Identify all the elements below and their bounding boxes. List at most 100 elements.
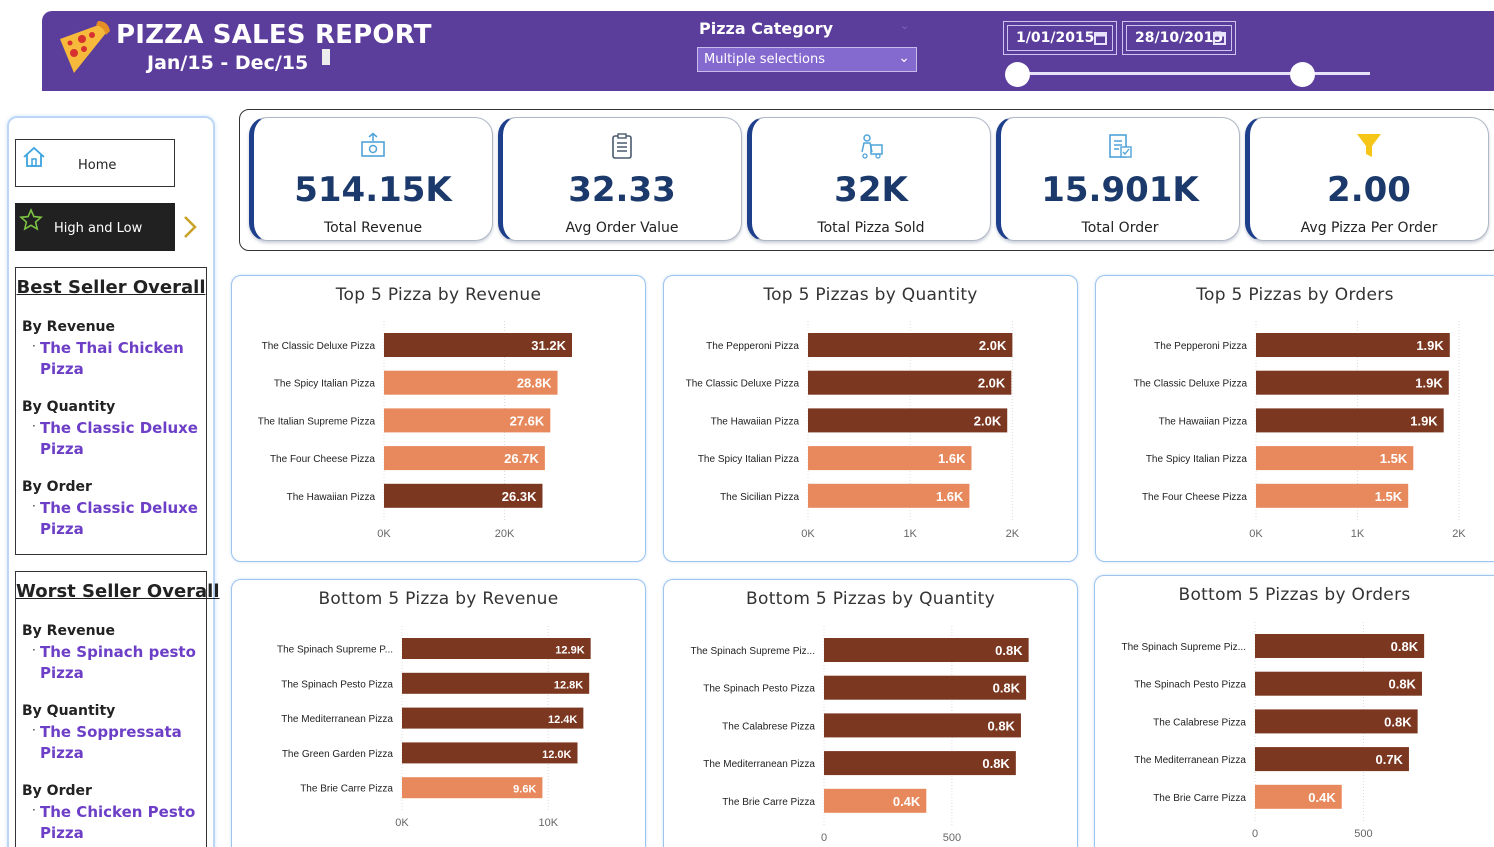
- data-label: 12.9K: [555, 645, 584, 657]
- data-label: 9.6K: [513, 784, 536, 796]
- category-label: The Spicy Italian Pizza: [274, 379, 376, 390]
- bullet-icon: ·: [32, 723, 36, 737]
- x-tick-label: 0K: [377, 528, 391, 540]
- data-label: 2.0K: [978, 376, 1006, 391]
- bar-chart-svg: 0K 1K 2K The Pepperoni Pizza 2.0K The Classic…: [686, 321, 1020, 540]
- category-label: The Sicilian Pizza: [720, 492, 799, 503]
- worst-by-revenue-value: The Spinach pesto Pizza: [40, 643, 196, 682]
- data-label: 27.6K: [510, 413, 545, 428]
- dashboard: PIZZA SALES REPORT Jan/15 - Dec/15 Pizza…: [0, 0, 1494, 847]
- category-label: The Spinach Supreme Piz...: [1121, 642, 1246, 653]
- x-tick-label: 500: [1354, 828, 1372, 840]
- end-date-input[interactable]: 28/10/2015: [1122, 21, 1236, 55]
- bar-chart-svg: 0 500 The Spinach Supreme Piz... 0.8K The Sp…: [690, 626, 1029, 844]
- data-label: 26.7K: [504, 451, 539, 466]
- by-revenue-label: By Revenue: [22, 319, 115, 335]
- kpi-label: Total Pizza Sold: [817, 220, 925, 236]
- kpi-total-pizza-sold: 32K Total Pizza Sold: [747, 117, 991, 241]
- worst-by-order-value: The Chicken Pesto Pizza: [40, 803, 196, 842]
- high-and-low-button[interactable]: High and Low: [15, 203, 175, 251]
- data-label: 1.5K: [1380, 451, 1408, 466]
- report-period: Jan/15 - Dec/15: [147, 52, 309, 74]
- bar-chart-svg: 0K 20K The Classic Deluxe Pizza 31.2K The Sp…: [258, 321, 572, 540]
- bar-chart-svg: 0K 10K The Spinach Supreme P... 12.9K The Sp…: [277, 626, 591, 829]
- chevron-down-icon[interactable]: ⌄: [900, 19, 909, 32]
- x-tick-label: 0K: [1249, 528, 1263, 540]
- kpi-value: 2.00: [1327, 170, 1411, 210]
- data-label: 0.8K: [987, 718, 1015, 733]
- worst-seller-title: Worst Seller Overall: [16, 581, 220, 602]
- best-by-quantity-value: The Classic Deluxe Pizza: [40, 419, 198, 458]
- slider-start-handle[interactable]: [1005, 62, 1030, 87]
- bottom5-quantity-chart: Bottom 5 Pizzas by Quantity 0 500 The Spin…: [663, 579, 1078, 847]
- data-label: 31.2K: [531, 338, 566, 353]
- kpi-label: Total Order: [1081, 220, 1159, 236]
- category-label: The Mediterranean Pizza: [281, 714, 393, 725]
- by-order-label: By Order: [22, 479, 92, 495]
- data-label: 26.3K: [502, 489, 537, 504]
- category-label: The Spinach Pesto Pizza: [703, 684, 815, 695]
- slider-end-handle[interactable]: [1290, 62, 1316, 87]
- x-tick-label: 1K: [1351, 528, 1365, 540]
- text-cursor-mark: [322, 49, 330, 65]
- data-label: 12.8K: [554, 679, 583, 691]
- category-label: The Hawaiian Pizza: [711, 416, 800, 427]
- category-label: The Pepperoni Pizza: [706, 341, 799, 352]
- bullet-icon: ·: [32, 643, 36, 657]
- category-label: The Spinach Pesto Pizza: [1134, 680, 1246, 691]
- best-seller-card: Best Seller Overall By Revenue · The Tha…: [15, 267, 207, 555]
- data-label: 0.8K: [1391, 639, 1419, 654]
- date-range-slider[interactable]: [1018, 72, 1370, 75]
- chevron-down-icon: ⌄: [898, 50, 910, 66]
- data-label: 28.8K: [517, 376, 552, 391]
- top5-revenue-chart: Top 5 Pizza by Revenue 0K 20K The Classic …: [231, 275, 646, 562]
- bottom5-revenue-chart: Bottom 5 Pizza by Revenue 0K 10K The Spina…: [231, 579, 646, 847]
- kpi-total-revenue: 514.15K Total Revenue: [249, 117, 493, 241]
- category-label: The Calabrese Pizza: [722, 721, 815, 732]
- home-label: Home: [78, 158, 117, 173]
- chevron-right-icon[interactable]: [181, 214, 199, 240]
- category-label: The Classic Deluxe Pizza: [1134, 379, 1248, 390]
- bullet-icon: ·: [32, 499, 36, 513]
- category-label: The Green Garden Pizza: [282, 749, 394, 760]
- data-label: 1.9K: [1410, 413, 1438, 428]
- data-label: 1.6K: [938, 451, 966, 466]
- calendar-icon[interactable]: [1094, 32, 1107, 45]
- category-label: The Spicy Italian Pizza: [1146, 454, 1248, 465]
- data-label: 0.8K: [995, 643, 1023, 658]
- data-label: 1.9K: [1415, 376, 1443, 391]
- start-date-input[interactable]: 1/01/2015: [1003, 21, 1117, 55]
- kpi-avg-order-value: 32.33 Avg Order Value: [498, 117, 742, 241]
- calendar-icon[interactable]: [1213, 32, 1226, 45]
- category-label: The Mediterranean Pizza: [703, 759, 815, 770]
- bottom5-orders-chart: Bottom 5 Pizzas by Orders 0 500 The Spinac…: [1094, 575, 1494, 847]
- header-bar: PIZZA SALES REPORT Jan/15 - Dec/15 Pizza…: [42, 11, 1494, 91]
- by-quantity-label: By Quantity: [22, 399, 116, 415]
- bullet-icon: ·: [32, 339, 36, 353]
- by-revenue-label: By Revenue: [22, 623, 115, 639]
- by-order-label: By Order: [22, 783, 92, 799]
- category-label: The Four Cheese Pizza: [270, 454, 375, 465]
- category-label: The Pepperoni Pizza: [1154, 341, 1247, 352]
- kpi-label: Avg Order Value: [565, 220, 679, 236]
- x-tick-label: 0: [821, 832, 827, 844]
- home-button[interactable]: Home: [15, 139, 175, 187]
- data-label: 0.8K: [1388, 677, 1416, 692]
- data-label: 2.0K: [974, 413, 1002, 428]
- bar-chart-svg: 0 500 The Spinach Supreme Piz... 0.8K The Sp…: [1121, 622, 1425, 840]
- data-label: 1.9K: [1416, 338, 1444, 353]
- category-label: The Italian Supreme Pizza: [258, 416, 376, 427]
- kpi-label: Avg Pizza Per Order: [1300, 220, 1438, 236]
- x-tick-label: 20K: [495, 528, 515, 540]
- document-icon: [1109, 134, 1132, 158]
- kpi-label: Total Revenue: [323, 220, 423, 236]
- category-label: The Mediterranean Pizza: [1134, 755, 1246, 766]
- kpi-value: 15.901K: [1041, 170, 1199, 210]
- bullet-icon: ·: [32, 803, 36, 817]
- category-label: The Classic Deluxe Pizza: [686, 379, 800, 390]
- kpi-value: 32.33: [568, 170, 676, 210]
- delivery-icon: [861, 134, 883, 159]
- pizza-category-dropdown[interactable]: Multiple selections ⌄: [697, 47, 917, 72]
- home-icon: [23, 146, 45, 167]
- best-by-order-value: The Classic Deluxe Pizza: [40, 499, 198, 538]
